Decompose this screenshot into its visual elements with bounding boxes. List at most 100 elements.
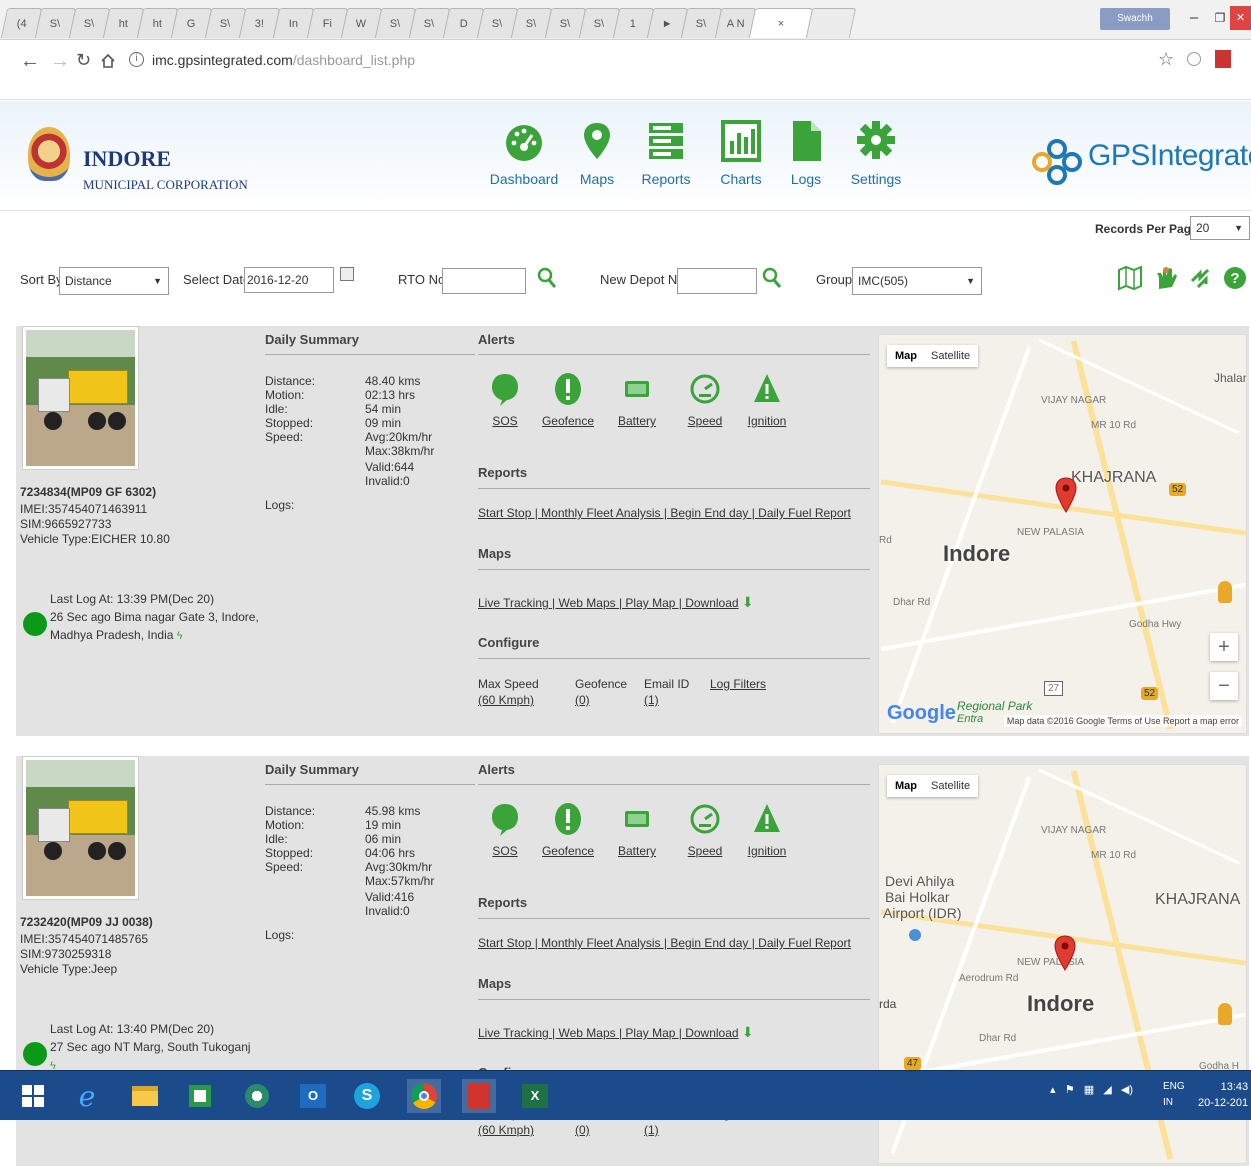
profile-button[interactable]: Swachh [1100,8,1170,30]
download-icon[interactable]: ⬇ [742,594,754,610]
chrome-icon[interactable] [407,1079,441,1113]
map-view-icon[interactable] [1117,265,1143,291]
map-area-label: KHAJRANA [1071,469,1157,486]
daily-summary-heading: Daily Summary [265,762,359,777]
records-per-page-select[interactable]: 20 ▼ [1190,216,1250,240]
alert-ignition[interactable]: Ignition [742,800,792,858]
language-indicator[interactable]: ENG IN [1163,1079,1185,1111]
nav-maps[interactable]: Maps [562,119,632,187]
alert-battery[interactable]: Battery [612,370,662,428]
search-icon[interactable] [762,267,782,289]
internet-explorer-icon[interactable]: e [70,1079,104,1113]
alert-speed[interactable]: Speed [680,370,730,428]
alert-label: SOS [492,414,518,428]
depot-input[interactable] [677,268,757,294]
nav-logs[interactable]: Logs [771,119,841,187]
vehicle-type: Vehicle Type:Jeep [20,962,118,976]
skype-icon[interactable]: S [350,1079,384,1113]
svg-text:?: ? [1230,270,1239,287]
config-geofence[interactable]: Geofence(0) [575,676,627,708]
browser-tab-label: W [356,17,367,30]
refresh-icon[interactable]: ϟ [177,627,189,642]
alert-battery[interactable]: Battery [612,800,662,858]
alert-sos[interactable]: SOS [480,800,530,858]
log-filters-link[interactable]: Log Filters [710,676,766,692]
divider [478,918,870,919]
map-area-label: Jhalariya [1214,371,1247,385]
org-title: INDORE [83,146,172,171]
date-input[interactable]: 2016-12-20 [244,267,334,293]
map-links[interactable]: Live Tracking | Web Maps | Play Map | Do… [478,1024,754,1041]
alert-label: Battery [617,414,656,428]
bookmark-star-icon[interactable]: ☆ [1158,49,1174,70]
browser-tab[interactable]: × [748,8,814,38]
sort-by-select[interactable]: Distance ▼ [59,267,169,295]
map-links[interactable]: Live Tracking | Web Maps | Play Map | Do… [478,594,754,611]
search-icon[interactable] [537,267,557,289]
speed-icon [680,800,730,838]
street-view-pegman-icon[interactable] [1218,581,1232,603]
help-icon[interactable]: ? [1222,265,1248,291]
street-view-pegman-icon[interactable] [1218,1003,1232,1025]
browser-tab-label: A N [726,17,745,30]
app-icon[interactable] [240,1079,274,1113]
excel-icon[interactable]: X [518,1079,552,1113]
outlook-icon[interactable]: O [296,1079,330,1113]
vehicle-location-pin-icon[interactable] [1054,935,1076,971]
info-icon[interactable]: i [129,52,144,67]
extension-icon[interactable] [1187,52,1201,66]
file-explorer-icon[interactable] [128,1079,162,1113]
store-icon[interactable] [183,1079,217,1113]
alert-sos[interactable]: SOS [480,370,530,428]
reload-icon[interactable]: ↻ [76,50,91,71]
config-email[interactable]: Email ID(1) [644,676,689,708]
system-tray-icons[interactable]: ▴ ⚑ ▦ ◢ ◀) [1050,1083,1133,1096]
map-label: NEW PALASIA [1017,527,1085,538]
back-icon[interactable]: ← [20,50,40,73]
hand-icon[interactable] [1153,265,1179,291]
vehicle-map[interactable]: Map Satellite Indore KHAJRANA VIJAY NAGAR… [878,334,1247,734]
download-icon[interactable]: ⬇ [742,1024,754,1040]
alert-speed[interactable]: Speed [680,800,730,858]
vehicle-type: Vehicle Type:EICHER 10.80 [20,532,170,546]
refresh-icon[interactable] [1188,265,1214,291]
maps-heading: Maps [478,546,512,561]
pdf-extension-icon[interactable] [1215,50,1231,68]
group-select[interactable]: IMC(505) ▼ [852,267,982,295]
windows-start-icon[interactable] [16,1079,50,1113]
forward-icon[interactable]: → [50,50,70,73]
map-label: rda [879,997,897,1011]
url-field[interactable]: imc.gpsintegrated.com/dashboard_list.php [152,52,415,68]
alert-geofence[interactable]: Geofence [538,370,598,428]
close-window-button[interactable]: × [1230,6,1251,30]
map-type-control[interactable]: Map Satellite [887,775,979,797]
vehicle-location-pin-icon[interactable] [1055,477,1077,513]
report-links[interactable]: Start Stop | Monthly Fleet Analysis | Be… [478,506,851,520]
nav-settings[interactable]: Settings [841,119,911,187]
nav-dashboard[interactable]: Dashboard [489,119,559,187]
map-area-label: KHAJRANA [1155,891,1241,908]
vehicle-id[interactable]: 7234834(MP09 GF 6302) [20,485,156,499]
vehicle-id[interactable]: 7232420(MP09 JJ 0038) [20,915,153,929]
new-tab-button[interactable] [805,8,857,38]
nav-charts[interactable]: Charts [706,119,776,187]
battery-icon [612,370,662,408]
refresh-icon[interactable]: ϟ [50,1057,62,1072]
minimize-button[interactable]: – [1180,6,1208,30]
acrobat-icon[interactable] [462,1079,496,1113]
rto-input[interactable] [442,268,526,294]
map-type-control[interactable]: Map Satellite [887,345,979,367]
zoom-in-button[interactable]: + [1210,633,1238,661]
report-links[interactable]: Start Stop | Monthly Fleet Analysis | Be… [478,936,851,950]
alert-geofence[interactable]: Geofence [538,800,598,858]
config-max-speed[interactable]: Max Speed(60 Kmph) [478,676,539,708]
zoom-out-button[interactable]: − [1210,672,1238,700]
calendar-icon[interactable] [340,267,354,281]
system-clock[interactable]: 13:43 20-12-201 [1198,1079,1248,1111]
nav-reports[interactable]: Reports [631,119,701,187]
map-attribution[interactable]: Map data ©2016 Google Terms of Use Repor… [1003,715,1242,727]
alert-ignition[interactable]: Ignition [742,370,792,428]
vehicle-photo [22,326,139,470]
nav-label: Dashboard [489,171,559,187]
browser-tab-bar: (4 S\ S\ ht ht G S\ 3! In Fi W S\ S\ D S\ S\ S\ S\ 1 ► S\ A N… [0,0,1251,40]
